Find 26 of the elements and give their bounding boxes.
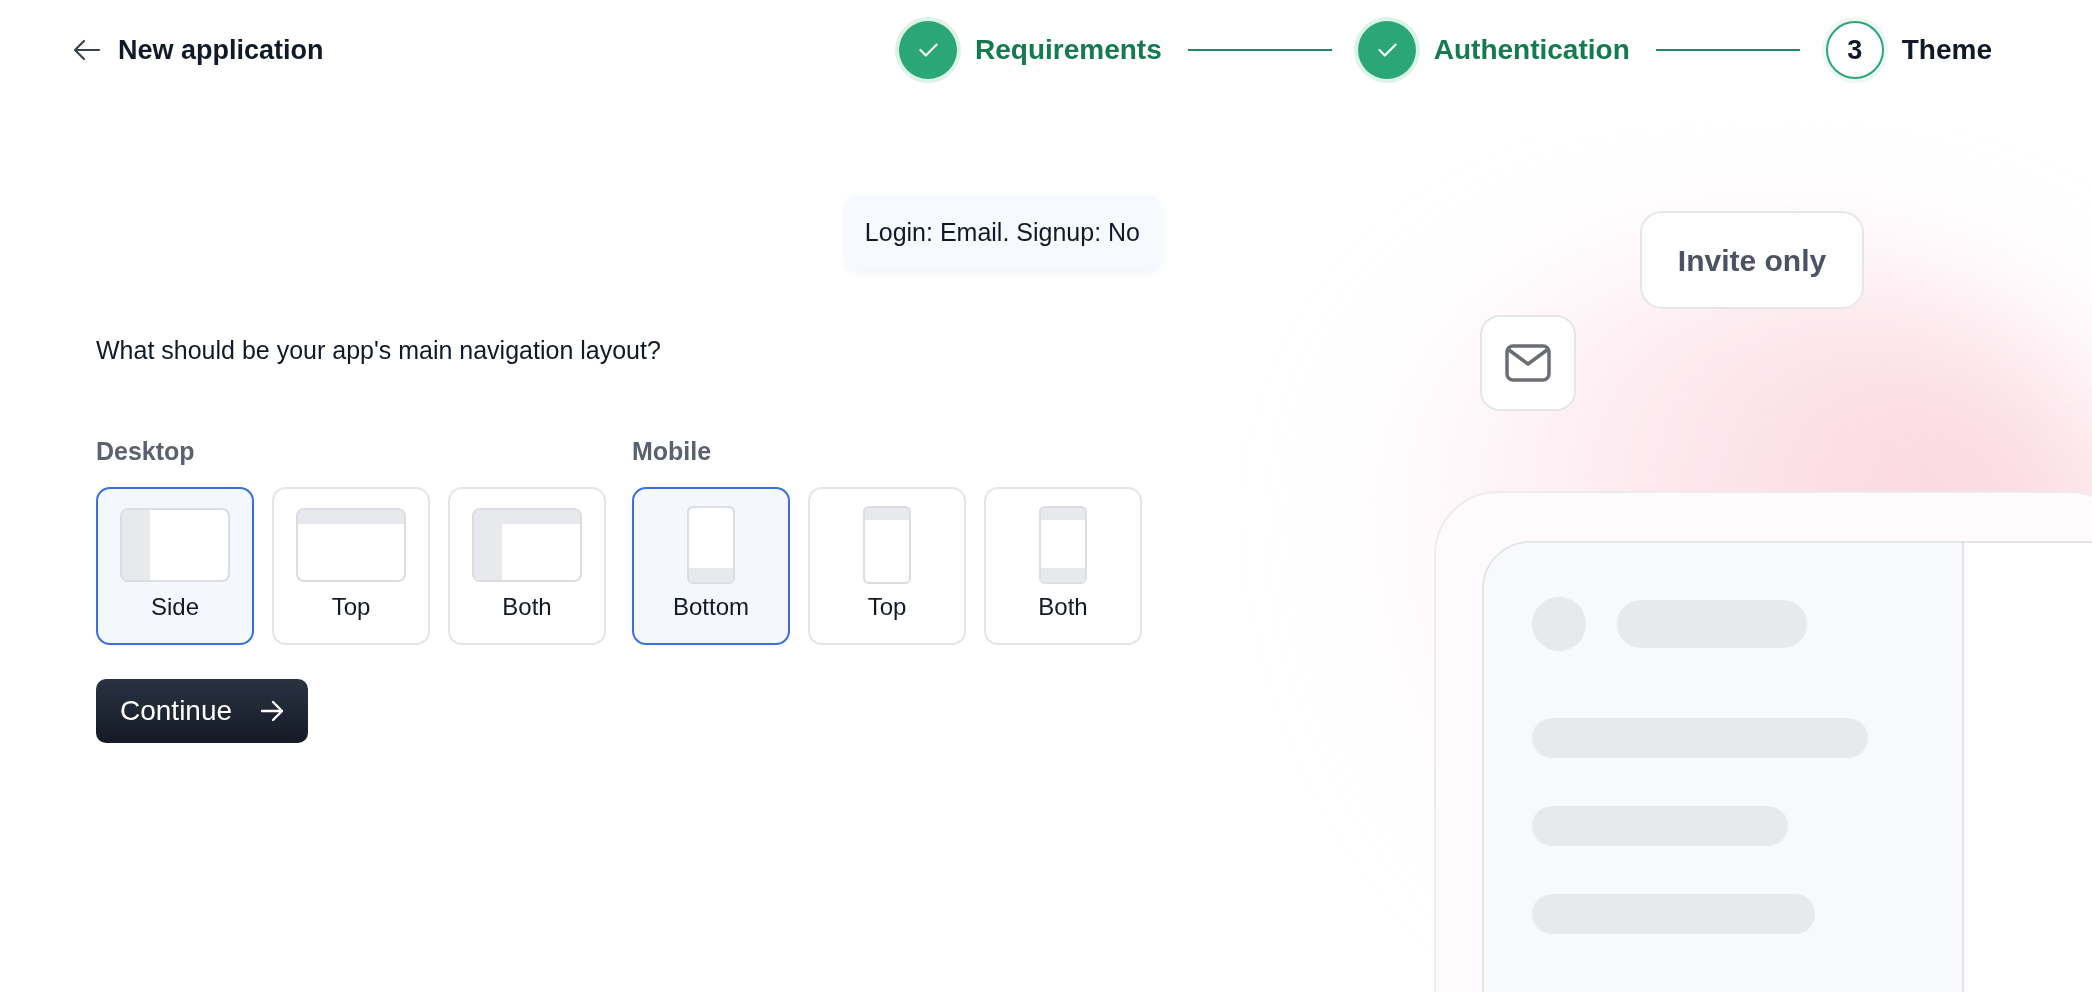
group-label: Mobile (632, 436, 713, 467)
back-arrow-icon (73, 39, 101, 61)
layout-preview-icon (472, 507, 582, 582)
summary-chip: Login: Email. Signup: No (844, 196, 1160, 270)
invite-card: Invite only (1640, 211, 1864, 309)
layout-option[interactable]: Bottom (632, 486, 790, 645)
continue-button[interactable]: Continue (96, 678, 309, 743)
arrow-right-icon (260, 699, 285, 722)
layout-option[interactable]: Top (808, 486, 966, 645)
layout-option[interactable]: Both (448, 486, 606, 645)
layout-preview-icon (296, 507, 406, 582)
layout-option[interactable]: Both (984, 486, 1142, 645)
layout-preview-icon (120, 507, 230, 582)
mail-icon (1505, 344, 1551, 382)
layout-option[interactable]: Top (272, 486, 430, 645)
question-text: What should be your app's main navigation layout? (96, 334, 662, 366)
layout-preview-icon (863, 505, 911, 584)
step-label: Authentication (1433, 33, 1630, 67)
group-label: Desktop (96, 436, 196, 467)
step-number: 3 (1847, 33, 1863, 67)
page-title: New application (118, 33, 324, 67)
layout-preview-icon (1039, 505, 1087, 584)
layout-preview-icon (687, 505, 735, 584)
step-label: Theme (1901, 33, 1992, 67)
layout-option[interactable]: Side (96, 486, 254, 645)
step-label: Requirements (975, 33, 1162, 67)
